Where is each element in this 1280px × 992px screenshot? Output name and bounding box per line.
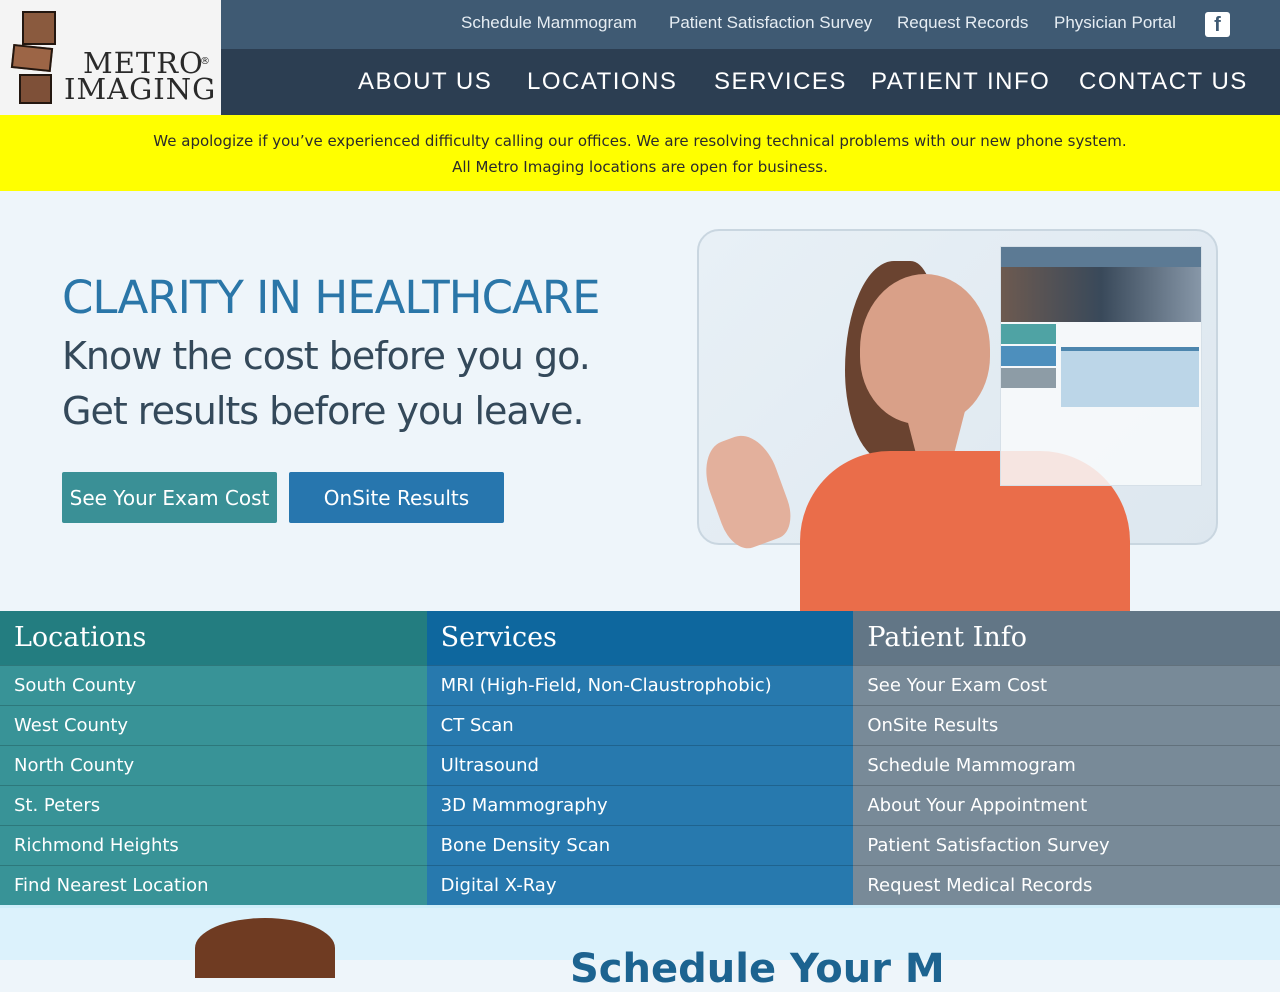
patient-info-column: Patient Info See Your Exam Cost OnSite R… — [853, 611, 1280, 905]
screen-table — [1061, 347, 1199, 407]
nav-contact-us[interactable]: CONTACT US — [1079, 68, 1248, 96]
site-header: METRO ® IMAGING Schedule Mammogram Patie… — [0, 0, 1280, 115]
patient-info-link[interactable]: OnSite Results — [853, 705, 1280, 745]
services-column: Services MRI (High-Field, Non-Claustroph… — [426, 611, 854, 905]
location-link[interactable]: South County — [0, 665, 427, 705]
alert-banner: We apologize if you’ve experienced diffi… — [0, 115, 1280, 191]
patient-info-link[interactable]: Patient Satisfaction Survey — [853, 825, 1280, 865]
logo-figure-icon — [22, 11, 56, 45]
registered-mark: ® — [200, 56, 210, 67]
metro-imaging-logo[interactable]: METRO ® IMAGING — [0, 0, 221, 115]
services-heading[interactable]: Services — [426, 611, 854, 665]
virtual-website-screen — [1000, 246, 1202, 486]
location-link[interactable]: West County — [0, 705, 427, 745]
service-link[interactable]: Bone Density Scan — [426, 825, 854, 865]
main-nav: ABOUT US LOCATIONS SERVICES PATIENT INFO… — [221, 49, 1280, 115]
nav-patient-info[interactable]: PATIENT INFO — [871, 68, 1050, 96]
patient-info-link[interactable]: Request Medical Records — [853, 865, 1280, 905]
schedule-section: Schedule Your M — [0, 905, 1280, 992]
onsite-results-button[interactable]: OnSite Results — [289, 472, 504, 523]
location-link[interactable]: St. Peters — [0, 785, 427, 825]
see-exam-cost-button[interactable]: See Your Exam Cost — [62, 472, 277, 523]
facebook-icon[interactable]: f — [1205, 12, 1230, 37]
alert-line-2: All Metro Imaging locations are open for… — [452, 158, 828, 176]
link-columns: Locations South County West County North… — [0, 611, 1280, 905]
screen-photo — [1001, 267, 1201, 322]
hero-person-face — [860, 274, 990, 424]
utility-link-physician-portal[interactable]: Physician Portal — [1054, 13, 1176, 33]
screen-nav-bar — [1001, 247, 1201, 267]
hero-title: CLARITY IN HEALTHCARE — [62, 271, 601, 324]
person-hair-image — [195, 918, 335, 978]
service-link[interactable]: Digital X-Ray — [426, 865, 854, 905]
utility-link-request-records[interactable]: Request Records — [897, 13, 1028, 33]
locations-heading[interactable]: Locations — [0, 611, 427, 665]
service-link[interactable]: 3D Mammography — [426, 785, 854, 825]
utility-link-schedule-mammogram[interactable]: Schedule Mammogram — [461, 13, 637, 33]
schedule-heading: Schedule Your M — [570, 946, 945, 992]
patient-info-link[interactable]: Schedule Mammogram — [853, 745, 1280, 785]
patient-info-heading[interactable]: Patient Info — [853, 611, 1280, 665]
screen-button — [1001, 346, 1056, 366]
screen-button — [1001, 368, 1056, 388]
logo-word-imaging: IMAGING — [64, 72, 217, 106]
patient-info-link[interactable]: About Your Appointment — [853, 785, 1280, 825]
logo-figure-icon — [19, 74, 52, 104]
alert-line-1: We apologize if you’ve experienced diffi… — [153, 132, 1127, 150]
nav-about-us[interactable]: ABOUT US — [358, 68, 492, 96]
nav-locations[interactable]: LOCATIONS — [527, 68, 677, 96]
service-link[interactable]: Ultrasound — [426, 745, 854, 785]
locations-column: Locations South County West County North… — [0, 611, 427, 905]
hero-section: CLARITY IN HEALTHCARE Know the cost befo… — [0, 191, 1280, 611]
screen-button — [1001, 324, 1056, 344]
location-link[interactable]: North County — [0, 745, 427, 785]
service-link[interactable]: MRI (High-Field, Non-Claustrophobic) — [426, 665, 854, 705]
hero-tagline-2: Get results before you leave. — [62, 389, 585, 433]
hero-tagline-1: Know the cost before you go. — [62, 334, 591, 378]
nav-services[interactable]: SERVICES — [714, 68, 847, 96]
location-link[interactable]: Richmond Heights — [0, 825, 427, 865]
patient-info-link[interactable]: See Your Exam Cost — [853, 665, 1280, 705]
utility-link-satisfaction-survey[interactable]: Patient Satisfaction Survey — [669, 13, 872, 33]
location-link[interactable]: Find Nearest Location — [0, 865, 427, 905]
utility-nav: Schedule Mammogram Patient Satisfaction … — [221, 0, 1280, 49]
logo-figure-icon — [10, 43, 54, 73]
service-link[interactable]: CT Scan — [426, 705, 854, 745]
